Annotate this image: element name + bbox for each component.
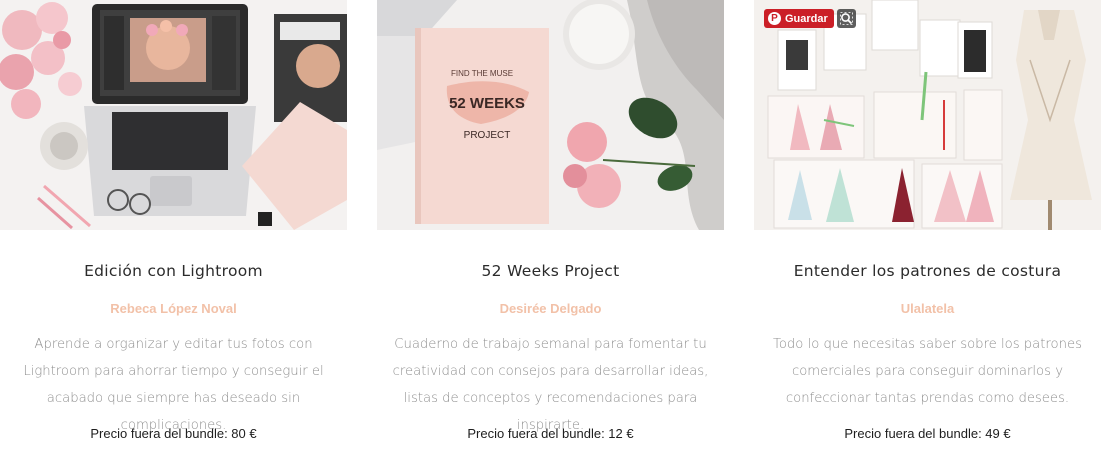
product-author[interactable]: Desirée Delgado bbox=[377, 300, 724, 318]
product-title[interactable]: 52 Weeks Project bbox=[377, 261, 724, 281]
notebook-text-2: 52 WEEKS bbox=[449, 95, 525, 112]
product-price: Precio fuera del bundle: 49 € bbox=[844, 426, 1011, 441]
pinterest-save-button[interactable]: P Guardar bbox=[764, 9, 834, 28]
product-title[interactable]: Edición con Lightroom bbox=[0, 261, 347, 281]
product-title[interactable]: Entender los patrones de costura bbox=[754, 261, 1101, 281]
product-image-lightroom[interactable] bbox=[0, 0, 347, 230]
notebook-photo-illustration: FIND THE MUSE 52 WEEKS PROJECT bbox=[377, 0, 724, 230]
visual-search-button[interactable] bbox=[837, 9, 856, 28]
product-image-52-weeks[interactable]: FIND THE MUSE 52 WEEKS PROJECT bbox=[377, 0, 724, 230]
product-card-patrones[interactable]: P Guardar Entender los patrones de costu… bbox=[754, 0, 1101, 455]
product-description: Cuaderno de trabajo semanal para fomenta… bbox=[392, 337, 709, 433]
product-card-lightroom[interactable]: Edición con Lightroom Rebeca López Noval… bbox=[0, 0, 347, 455]
product-card-52-weeks[interactable]: FIND THE MUSE 52 WEEKS PROJECT 52 Weeks … bbox=[377, 0, 724, 455]
product-author[interactable]: Ulalatela bbox=[754, 300, 1101, 318]
pinterest-save-label: Guardar bbox=[785, 12, 828, 25]
notebook-text-3: PROJECT bbox=[464, 130, 511, 141]
lightroom-photo-illustration bbox=[0, 0, 347, 230]
product-image-patrones[interactable]: P Guardar bbox=[754, 0, 1101, 230]
product-author[interactable]: Rebeca López Noval bbox=[0, 300, 347, 318]
product-price: Precio fuera del bundle: 80 € bbox=[90, 426, 257, 441]
product-price: Precio fuera del bundle: 12 € bbox=[467, 426, 634, 441]
notebook-text-1: FIND THE MUSE bbox=[451, 69, 513, 78]
product-grid: Edición con Lightroom Rebeca López Noval… bbox=[0, 0, 1101, 455]
pinterest-icon: P bbox=[768, 12, 781, 25]
sewing-photo-illustration bbox=[754, 0, 1101, 230]
visual-search-icon bbox=[840, 12, 853, 25]
product-description: Aprende a organizar y editar tus fotos c… bbox=[23, 337, 324, 433]
product-description: Todo lo que necesitas saber sobre los pa… bbox=[773, 337, 1082, 406]
